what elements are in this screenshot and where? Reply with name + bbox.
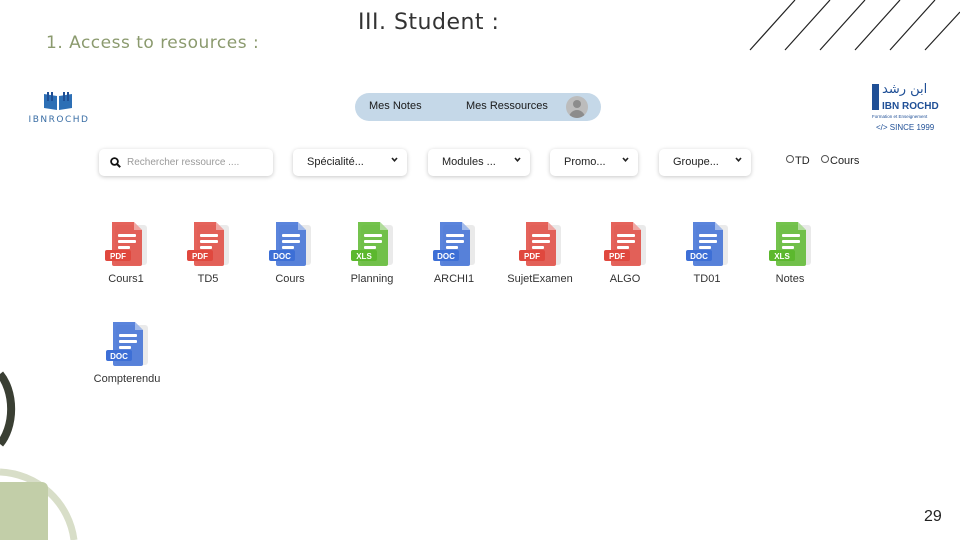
top-navbar: Mes Notes Mes Ressources [355, 93, 601, 121]
slide-title: III. Student : [358, 10, 500, 35]
logo-left-text: IBNROCHD [28, 115, 90, 125]
section-title: 1. Access to resources : [46, 33, 260, 53]
pdf-file-icon: PDF [603, 220, 647, 268]
svg-text:DOC: DOC [690, 252, 708, 261]
groupe-select-label: Groupe... [673, 156, 719, 168]
file-name: Compterendu [93, 373, 161, 385]
file-notes[interactable]: XLS Notes [755, 220, 825, 285]
svg-text:XLS: XLS [356, 252, 372, 261]
file-name: TD01 [693, 273, 721, 285]
pdf-file-icon: PDF [518, 220, 562, 268]
radio-td-label: TD [795, 155, 810, 167]
svg-text:PDF: PDF [192, 252, 208, 261]
nav-mes-ressources[interactable]: Mes Ressources [466, 100, 548, 112]
file-name: TD5 [197, 273, 219, 285]
corner-arc-decoration [0, 371, 78, 540]
file-name: Planning [350, 273, 394, 285]
file-name: ALGO [609, 273, 641, 285]
svg-text:DOC: DOC [437, 252, 455, 261]
pdf-file-icon: PDF [186, 220, 230, 268]
logo-arabic-text: ابن رشد [882, 82, 928, 97]
nav-mes-notes[interactable]: Mes Notes [369, 100, 422, 112]
search-icon [110, 157, 121, 168]
file-planning[interactable]: XLS Planning [337, 220, 407, 285]
svg-text:PDF: PDF [110, 252, 126, 261]
chevron-down-icon [735, 157, 742, 163]
doc-file-icon: DOC [432, 220, 476, 268]
avatar-body [569, 110, 585, 118]
radio-td-circle [786, 155, 794, 163]
doc-file-icon: DOC [105, 320, 149, 368]
ibn-rochd-logo: ابن رشد IBN ROCHD Formation et Enseignem… [872, 82, 944, 136]
chevron-down-icon [391, 157, 398, 163]
svg-text:PDF: PDF [609, 252, 625, 261]
xls-file-icon: XLS [768, 220, 812, 268]
file-name: Cours1 [108, 273, 144, 285]
chevron-down-icon [514, 157, 521, 163]
svg-text:PDF: PDF [524, 252, 540, 261]
file-compterendu[interactable]: DOC Compterendu [92, 320, 162, 385]
radio-cours-label: Cours [830, 155, 860, 167]
ibnrochd-logo[interactable]: IBNROCHD [20, 91, 98, 127]
file-name: Notes [775, 273, 805, 285]
search-box [99, 149, 273, 176]
svg-text:DOC: DOC [110, 352, 128, 361]
file-td5[interactable]: PDF TD5 [173, 220, 243, 285]
user-avatar-icon[interactable] [566, 96, 588, 118]
promo-select[interactable]: Promo... [550, 149, 638, 176]
search-input[interactable] [127, 155, 265, 170]
svg-text:XLS: XLS [774, 252, 790, 261]
promo-select-label: Promo... [564, 156, 606, 168]
file-td01[interactable]: DOC TD01 [672, 220, 742, 285]
file-name: Cours [275, 273, 305, 285]
file-archi1[interactable]: DOC ARCHI1 [419, 220, 489, 285]
logo-subtitle: Formation et Enseignement [872, 114, 928, 119]
file-sujetexamen[interactable]: PDF SujetExamen [505, 220, 575, 285]
svg-text:DOC: DOC [273, 252, 291, 261]
page-number: 29 [924, 508, 942, 525]
radio-td[interactable]: TD [786, 155, 810, 167]
pdf-file-icon: PDF [104, 220, 148, 268]
logo-since: </> SINCE 1999 [876, 123, 935, 132]
file-cours1[interactable]: PDF Cours1 [91, 220, 161, 285]
chevron-down-icon [622, 157, 629, 163]
file-cours[interactable]: DOC Cours [255, 220, 325, 285]
logo-name: IBN ROCHD [882, 101, 939, 112]
specialite-select[interactable]: Spécialité... [293, 149, 407, 176]
avatar-head [573, 100, 581, 108]
modules-select-label: Modules ... [442, 156, 496, 168]
radio-cours-circle [821, 155, 829, 163]
book-icon [44, 92, 72, 110]
modules-select[interactable]: Modules ... [428, 149, 530, 176]
radio-cours[interactable]: Cours [821, 155, 859, 167]
diagonal-lines-decoration [749, 0, 960, 51]
logo-bar [872, 84, 879, 110]
file-name: ARCHI1 [433, 273, 475, 285]
file-name: SujetExamen [507, 273, 573, 285]
groupe-select[interactable]: Groupe... [659, 149, 751, 176]
doc-file-icon: DOC [268, 220, 312, 268]
xls-file-icon: XLS [350, 220, 394, 268]
specialite-select-label: Spécialité... [307, 156, 364, 168]
doc-file-icon: DOC [685, 220, 729, 268]
file-algo[interactable]: PDF ALGO [590, 220, 660, 285]
